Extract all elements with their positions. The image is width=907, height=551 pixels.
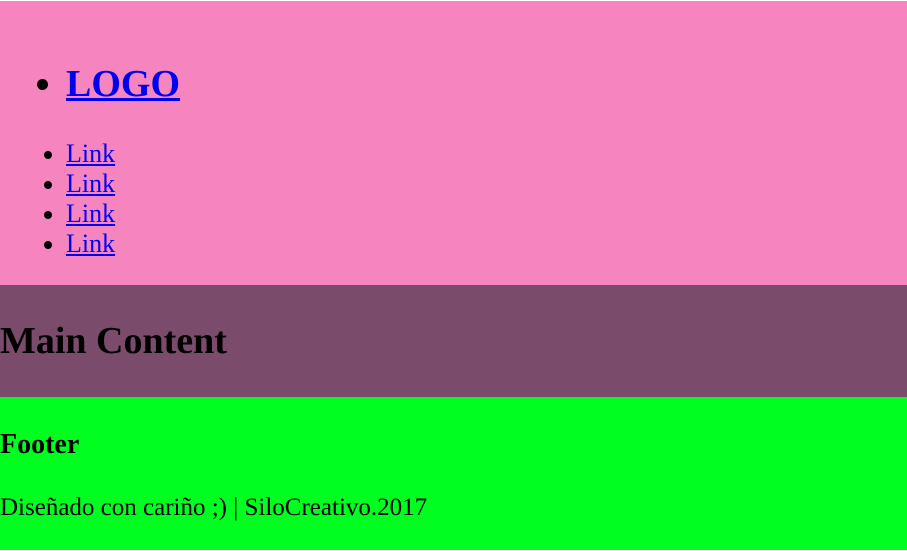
nav-link-1[interactable]: Link [66,139,115,168]
logo-list: LOGO [0,59,180,109]
nav-link-3[interactable]: Link [66,199,115,228]
footer-heading: Footer [0,429,80,460]
main-heading: Main Content [0,320,227,362]
logo-link[interactable]: LOGO [66,63,180,105]
nav-list: Link Link Link Link [0,139,115,259]
page-header: LOGO Link Link Link Link [0,1,907,285]
nav-link-2[interactable]: Link [66,169,115,198]
nav-item: Link [66,139,115,169]
nav-item: Link [66,229,115,259]
footer-credit: Diseñado con cariño ;) | SiloCreativo.20… [0,494,428,521]
nav-link-4[interactable]: Link [66,229,115,258]
main-content-section: Main Content [0,285,907,397]
page-footer: Footer Diseñado con cariño ;) | SiloCrea… [0,397,907,550]
logo-list-item: LOGO [66,59,180,109]
nav-item: Link [66,169,115,199]
nav-item: Link [66,199,115,229]
